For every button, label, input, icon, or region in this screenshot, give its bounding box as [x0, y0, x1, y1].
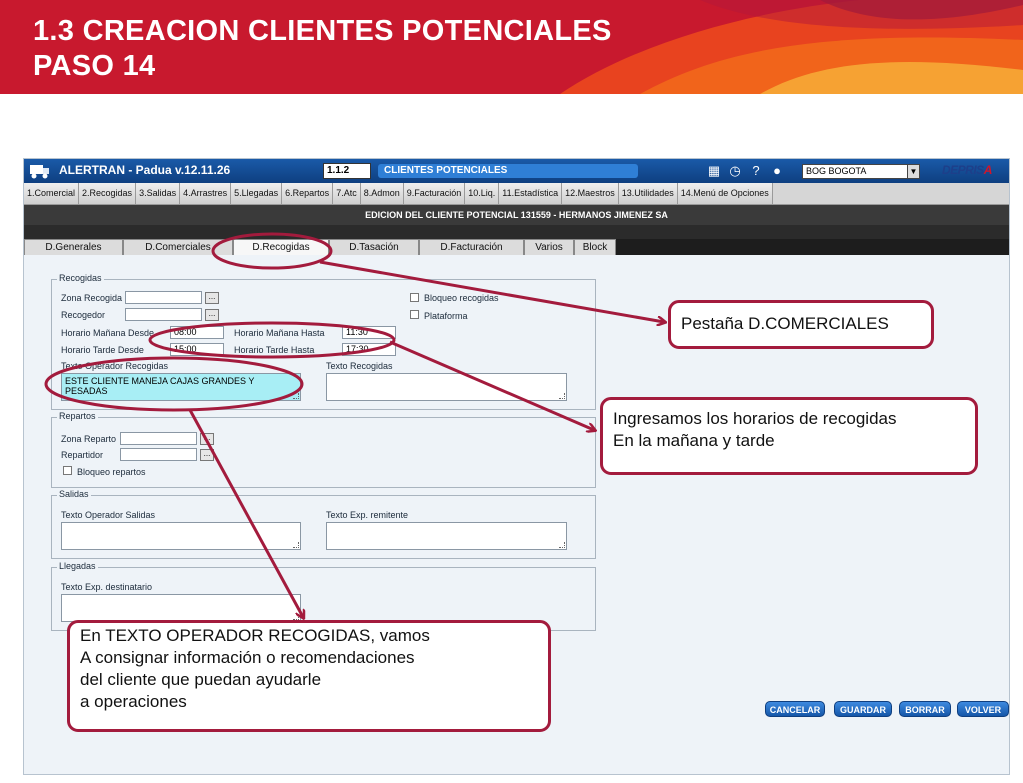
tab-d-tasacion[interactable]: D.Tasación	[329, 239, 419, 255]
edit-header: EDICION DEL CLIENTE POTENCIAL 131559 - H…	[24, 205, 1009, 225]
menu-item-11[interactable]: 11.Estadística	[499, 183, 563, 204]
toolbar-icons: ▦ ◷ ? ●	[706, 163, 785, 179]
texto-operador-recogidas-label: Texto Operador Recogidas	[61, 361, 169, 371]
main-menu: 1.Comercial 2.Recogidas 3.Salidas 4.Arrastr…	[24, 183, 1009, 205]
bloqueo-repartos-label: Bloqueo repartos	[77, 467, 146, 477]
menu-item-14[interactable]: 14.Menú de Opciones	[677, 183, 773, 204]
menu-item-8[interactable]: 8.Admon	[360, 183, 404, 204]
tab-block[interactable]: Block	[574, 239, 616, 255]
plataforma-checkbox[interactable]	[410, 310, 419, 319]
user-icon[interactable]: ●	[769, 163, 785, 179]
zona-recogida-input[interactable]	[125, 291, 202, 304]
manana-hasta-input[interactable]: 11:30	[342, 326, 396, 339]
menu-item-7[interactable]: 7.Atc	[333, 183, 361, 204]
menu-item-4[interactable]: 4.Arrastres	[180, 183, 232, 204]
slide-title: 1.3 CREACION CLIENTES POTENCIALES PASO 1…	[33, 14, 612, 84]
manana-desde-label: Horario Mañana Desde	[61, 328, 155, 338]
office-select[interactable]: BOG BOGOTA ▼	[802, 164, 920, 179]
tab-bar: D.Generales D.Comerciales D.Recogidas D.…	[24, 239, 1009, 255]
zona-reparto-input[interactable]	[120, 432, 197, 445]
recogedor-input[interactable]	[125, 308, 202, 321]
zona-recogida-label: Zona Recogida	[61, 293, 123, 303]
recogedor-label: Recogedor	[61, 310, 106, 320]
module-name: CLIENTES POTENCIALES	[378, 164, 638, 178]
manana-desde-input[interactable]: 08:00	[170, 326, 224, 339]
slide-title-line2: PASO 14	[33, 50, 156, 82]
resize-grip-icon[interactable]	[293, 393, 299, 399]
texto-operador-recogidas-textarea[interactable]: ESTE CLIENTE MANEJA CAJAS GRANDES Y PESA…	[61, 373, 301, 401]
zona-recogida-lookup-button[interactable]: ...	[205, 292, 219, 304]
texto-exp-destinatario-textarea[interactable]	[61, 594, 301, 622]
texto-exp-remitente-label: Texto Exp. remitente	[326, 510, 409, 520]
texto-operador-salidas-textarea[interactable]	[61, 522, 301, 550]
tab-d-generales[interactable]: D.Generales	[24, 239, 123, 255]
app-titlebar: ALERTRAN - Padua v.12.11.26 1.1.2 CLIENT…	[24, 159, 1009, 183]
menu-item-12[interactable]: 12.Maestros	[562, 183, 619, 204]
plataforma-label: Plataforma	[424, 311, 468, 321]
texto-recogidas-label: Texto Recogidas	[326, 361, 393, 371]
slide-title-line1: 1.3 CREACION CLIENTES POTENCIALES	[33, 15, 612, 47]
menu-item-10[interactable]: 10.Liq.	[465, 183, 500, 204]
brand-logo: DEPRISA	[942, 163, 992, 177]
callout-horarios: Ingresamos los horarios de recogidas En …	[600, 397, 978, 475]
app-name: ALERTRAN - Padua v.12.11.26	[59, 163, 231, 177]
llegadas-title: Llegadas	[57, 561, 98, 571]
resize-grip-icon[interactable]	[559, 393, 565, 399]
menu-item-13[interactable]: 13.Utilidades	[618, 183, 678, 204]
bloqueo-recogidas-checkbox[interactable]	[410, 293, 419, 302]
recogidas-title: Recogidas	[57, 273, 104, 283]
cancel-button[interactable]: CANCELAR	[765, 701, 825, 717]
manana-hasta-label: Horario Mañana Hasta	[234, 328, 325, 338]
tab-varios[interactable]: Varios	[524, 239, 574, 255]
repartidor-input[interactable]	[120, 448, 197, 461]
texto-operador-recogidas-value: ESTE CLIENTE MANEJA CAJAS GRANDES Y PESA…	[65, 376, 255, 396]
zona-reparto-lookup-button[interactable]: ...	[200, 433, 214, 445]
callout-tab: Pestaña D.COMERCIALES	[668, 300, 934, 349]
callout-texto-operador: En TEXTO OPERADOR RECOGIDAS, vamos A con…	[67, 620, 551, 732]
help-icon[interactable]: ?	[748, 163, 764, 179]
salidas-title: Salidas	[57, 489, 91, 499]
tab-d-recogidas[interactable]: D.Recogidas	[233, 239, 329, 255]
bloqueo-recogidas-label: Bloqueo recogidas	[424, 293, 499, 303]
clock-icon[interactable]: ◷	[727, 163, 743, 179]
truck-icon	[30, 165, 49, 179]
transaction-code-input[interactable]: 1.1.2	[323, 163, 371, 179]
menu-item-5[interactable]: 5.Llegadas	[231, 183, 283, 204]
calendar-icon[interactable]: ▦	[706, 163, 722, 179]
tarde-desde-label: Horario Tarde Desde	[61, 345, 144, 355]
tab-d-comerciales[interactable]: D.Comerciales	[123, 239, 233, 255]
repartidor-lookup-button[interactable]: ...	[200, 449, 214, 461]
bloqueo-repartos-checkbox[interactable]	[63, 466, 72, 475]
repartos-title: Repartos	[57, 411, 98, 421]
resize-grip-icon[interactable]	[293, 542, 299, 548]
menu-item-3[interactable]: 3.Salidas	[136, 183, 181, 204]
recogedor-lookup-button[interactable]: ...	[205, 309, 219, 321]
texto-exp-remitente-textarea[interactable]	[326, 522, 567, 550]
tarde-desde-input[interactable]: 15:00	[170, 343, 224, 356]
tarde-hasta-input[interactable]: 17:30	[342, 343, 396, 356]
delete-button[interactable]: BORRAR	[899, 701, 951, 717]
slide-header: 1.3 CREACION CLIENTES POTENCIALES PASO 1…	[0, 0, 1023, 94]
chevron-down-icon[interactable]: ▼	[907, 165, 919, 178]
resize-grip-icon[interactable]	[559, 542, 565, 548]
slide: 1.3 CREACION CLIENTES POTENCIALES PASO 1…	[0, 0, 1023, 783]
texto-exp-destinatario-label: Texto Exp. destinatario	[61, 582, 153, 592]
menu-item-1[interactable]: 1.Comercial	[24, 183, 80, 204]
texto-recogidas-textarea[interactable]	[326, 373, 567, 401]
zona-reparto-label: Zona Reparto	[61, 434, 117, 444]
save-button[interactable]: GUARDAR	[834, 701, 892, 717]
menu-item-2[interactable]: 2.Recogidas	[79, 183, 137, 204]
header-band	[24, 225, 1009, 239]
menu-item-9[interactable]: 9.Facturación	[403, 183, 466, 204]
tab-d-facturacion[interactable]: D.Facturación	[419, 239, 524, 255]
menu-item-6[interactable]: 6.Repartos	[282, 183, 334, 204]
repartidor-label: Repartidor	[61, 450, 104, 460]
back-button[interactable]: VOLVER	[957, 701, 1009, 717]
office-select-value: BOG BOGOTA	[806, 166, 867, 176]
tarde-hasta-label: Horario Tarde Hasta	[234, 345, 315, 355]
texto-operador-salidas-label: Texto Operador Salidas	[61, 510, 156, 520]
